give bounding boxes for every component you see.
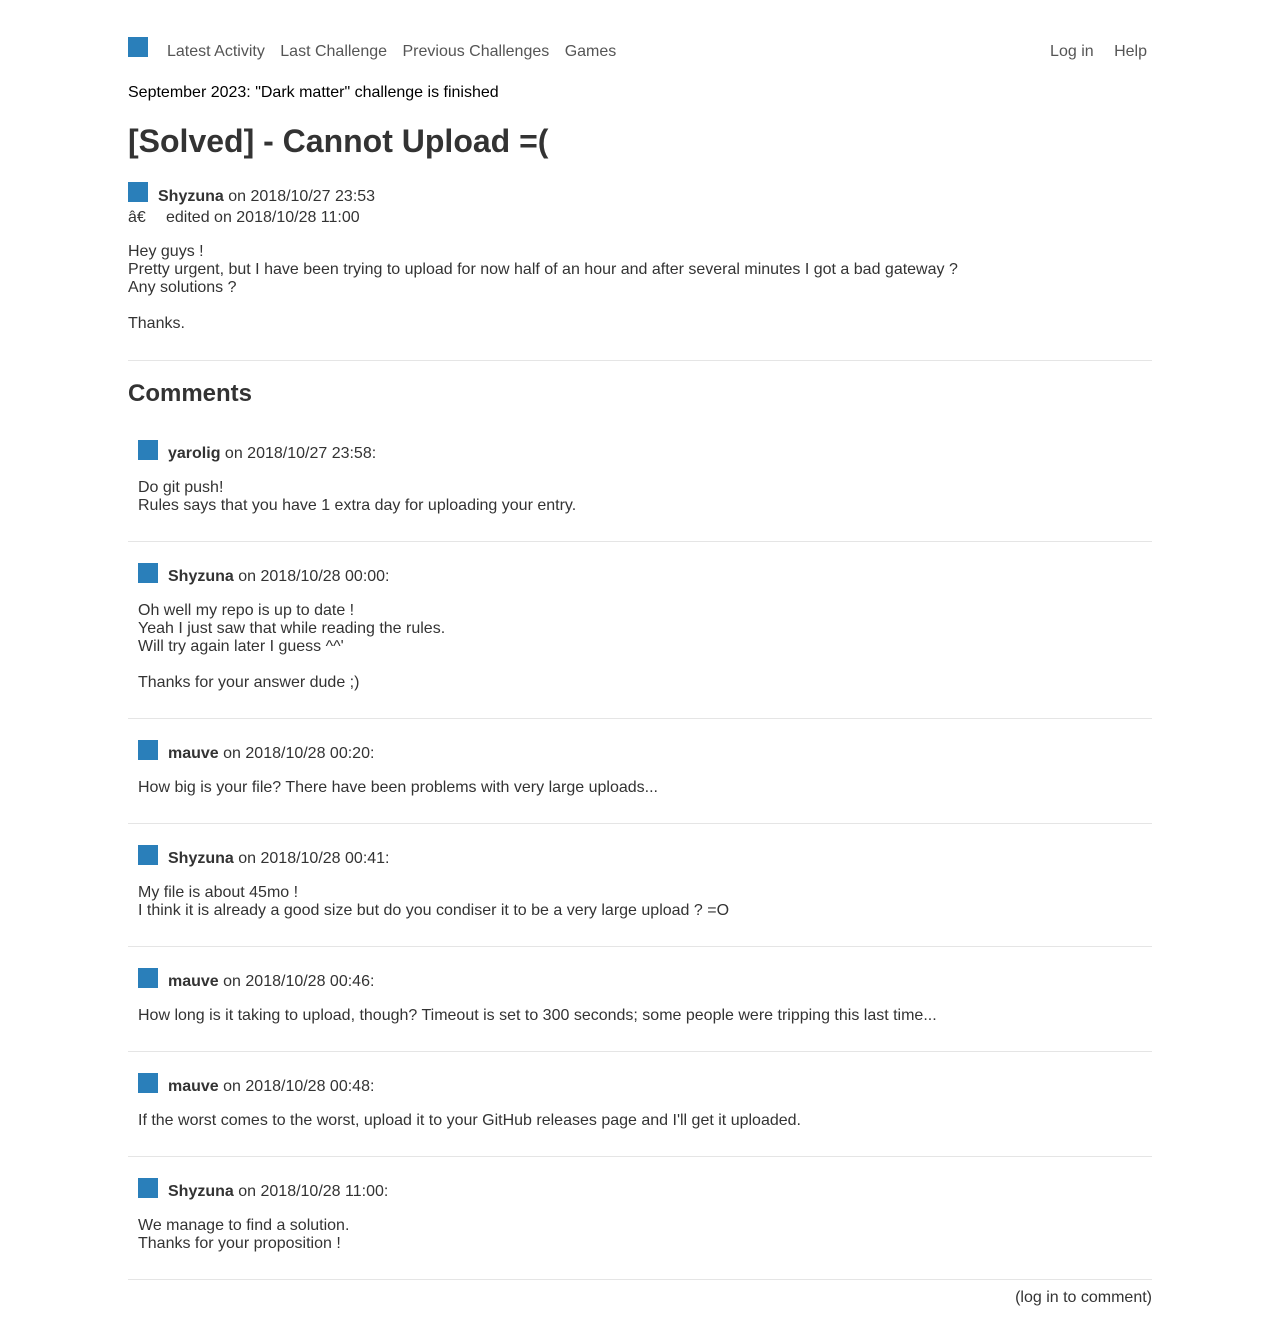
divider [128, 1156, 1152, 1157]
post-byline: Shyzuna on 2018/10/27 23:53 [158, 187, 375, 207]
nav-latest-activity[interactable]: Latest Activity [167, 43, 265, 60]
page-container: Latest Activity Last Challenge Previous … [128, 0, 1152, 1306]
comment-header: mauve on 2018/10/28 00:48: [168, 1077, 374, 1097]
post-body-line: Any solutions ? [128, 279, 237, 296]
post-author[interactable]: Shyzuna [158, 188, 224, 205]
post-edited-date: edited on 2018/10/28 11:00 [166, 209, 360, 226]
comment-gap [138, 656, 445, 674]
comment-date: on 2018/10/27 23:58: [224, 445, 377, 462]
comment-date: on 2018/10/28 00:48: [223, 1078, 375, 1095]
avatar[interactable] [138, 968, 158, 988]
comment-author[interactable]: Shyzuna [168, 568, 234, 585]
post-title: [Solved] - Cannot Upload =( [128, 123, 549, 159]
comment-line: My file is about 45mo ! [138, 884, 299, 901]
divider [128, 946, 1152, 947]
announcement-banner[interactable]: September 2023: "Dark matter" challenge … [128, 83, 499, 103]
avatar[interactable] [138, 1178, 158, 1198]
nav-previous-challenges[interactable]: Previous Challenges [402, 43, 549, 60]
comment-author[interactable]: Shyzuna [168, 1183, 234, 1200]
nav-right: Log in Help [1034, 42, 1147, 62]
comment-date: on 2018/10/28 11:00: [238, 1183, 389, 1200]
post-date: on 2018/10/27 23:53 [228, 188, 376, 205]
comment-header: yarolig on 2018/10/27 23:58: [168, 444, 376, 464]
top-nav: Latest Activity Last Challenge Previous … [128, 0, 1152, 78]
comment-author[interactable]: mauve [168, 973, 219, 990]
comment-header: Shyzuna on 2018/10/28 00:00: [168, 567, 390, 587]
comment-body: How long is it taking to upload, though?… [138, 1007, 937, 1025]
comments-heading: Comments [128, 380, 253, 407]
comment-header: mauve on 2018/10/28 00:46: [168, 972, 374, 992]
comment-header: mauve on 2018/10/28 00:20: [168, 744, 374, 764]
comment-body: If the worst comes to the worst, upload … [138, 1112, 801, 1130]
comment-body: How big is your file? There have been pr… [138, 779, 658, 797]
edit-icon: â€ [128, 209, 146, 226]
divider [128, 541, 1152, 542]
comment-line: Thanks for your proposition ! [138, 1235, 341, 1252]
comment-line: Thanks for your answer dude ;) [138, 674, 360, 691]
post-edited-line: â€ edited on 2018/10/28 11:00 [128, 208, 360, 228]
divider [128, 360, 1152, 361]
nav-left: Latest Activity Last Challenge Previous … [167, 42, 627, 62]
avatar[interactable] [128, 182, 148, 202]
post-body-gap [128, 297, 958, 315]
comment-line: Yeah I just saw that while reading the r… [138, 620, 446, 637]
comment-line: Rules says that you have 1 extra day for… [138, 497, 577, 514]
avatar[interactable] [138, 1073, 158, 1093]
comment-author[interactable]: mauve [168, 1078, 219, 1095]
post-body-line: Pretty urgent, but I have been trying to… [128, 261, 958, 278]
avatar[interactable] [138, 563, 158, 583]
divider [128, 823, 1152, 824]
comment-date: on 2018/10/28 00:41: [238, 850, 390, 867]
nav-help[interactable]: Help [1114, 43, 1147, 60]
comment-line: We manage to find a solution. [138, 1217, 350, 1234]
comment-author[interactable]: yarolig [168, 445, 220, 462]
comment-line: I think it is already a good size but do… [138, 902, 730, 919]
comment-header: Shyzuna on 2018/10/28 11:00: [168, 1182, 388, 1202]
comment-body: Do git push! Rules says that you have 1 … [138, 479, 576, 515]
comment-line: Do git push! [138, 479, 224, 496]
comment-line: How big is your file? There have been pr… [138, 779, 658, 796]
avatar[interactable] [138, 740, 158, 760]
nav-log-in[interactable]: Log in [1050, 43, 1094, 60]
comment-body: My file is about 45mo ! I think it is al… [138, 884, 729, 920]
nav-last-challenge[interactable]: Last Challenge [280, 43, 387, 60]
comment-date: on 2018/10/28 00:20: [223, 745, 375, 762]
avatar[interactable] [138, 440, 158, 460]
comment-date: on 2018/10/28 00:46: [223, 973, 375, 990]
post-body: Hey guys ! Pretty urgent, but I have bee… [128, 243, 958, 333]
login-to-comment-link[interactable]: (log in to comment) [1015, 1288, 1152, 1308]
post-body-line: Hey guys ! [128, 243, 204, 260]
divider [128, 1279, 1152, 1280]
comment-line: How long is it taking to upload, though?… [138, 1007, 937, 1024]
post-body-line: Thanks. [128, 315, 185, 332]
nav-games[interactable]: Games [565, 43, 617, 60]
divider [128, 718, 1152, 719]
comment-header: Shyzuna on 2018/10/28 00:41: [168, 849, 390, 869]
comment-line: Oh well my repo is up to date ! [138, 602, 355, 619]
comment-body: Oh well my repo is up to date ! Yeah I j… [138, 602, 445, 692]
comment-line: Will try again later I guess ^^' [138, 638, 344, 655]
comment-body: We manage to find a solution. Thanks for… [138, 1217, 349, 1253]
comment-line: If the worst comes to the worst, upload … [138, 1112, 801, 1129]
avatar[interactable] [138, 845, 158, 865]
site-logo-icon[interactable] [128, 37, 148, 57]
comment-author[interactable]: mauve [168, 745, 219, 762]
comment-author[interactable]: Shyzuna [168, 850, 234, 867]
comment-date: on 2018/10/28 00:00: [238, 568, 390, 585]
divider [128, 1051, 1152, 1052]
